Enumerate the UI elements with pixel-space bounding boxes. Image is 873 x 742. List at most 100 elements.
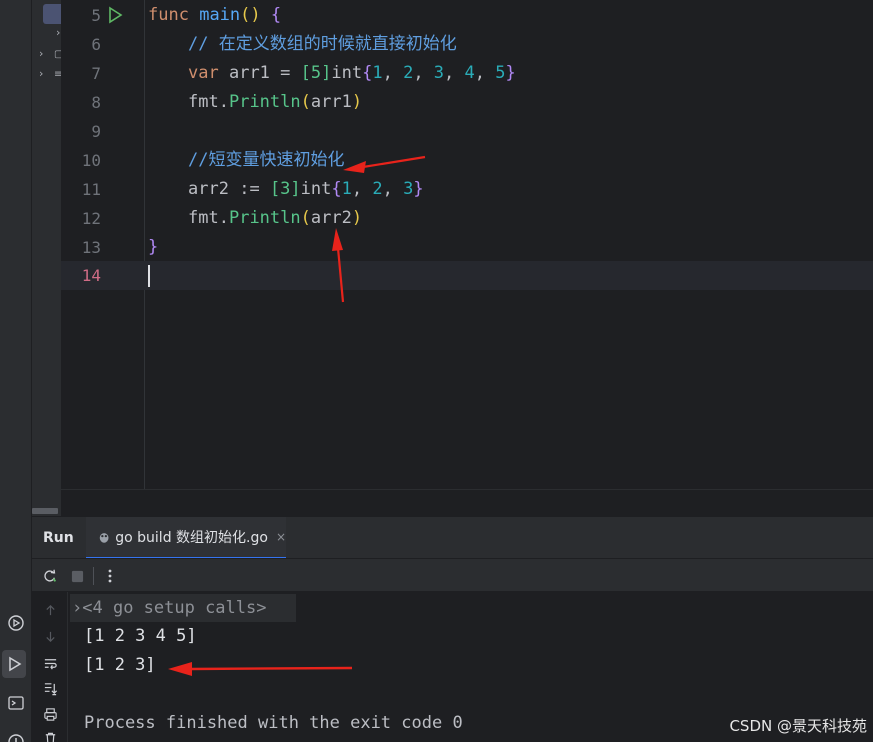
punct: () — [240, 5, 261, 25]
expand-chevron-icon[interactable]: › — [72, 598, 82, 618]
code-line[interactable]: 13 } — [61, 233, 873, 262]
services-icon[interactable] — [0, 609, 32, 637]
console-side-toolbar — [32, 592, 68, 742]
line-number: 14 — [81, 266, 101, 285]
line-number: 6 — [91, 35, 101, 54]
code-line[interactable]: 5 func main() { — [61, 1, 873, 30]
library-icon: ≡ — [54, 69, 61, 80]
number: 5 — [495, 63, 506, 83]
identifier: arr2 — [310, 208, 352, 228]
identifier: arr2 — [188, 179, 229, 199]
code-text: var arr1 = [5]int{1, 2, 3, 4, 5} — [188, 59, 516, 88]
code-line[interactable]: 12 fmt.Println(arr2) — [61, 204, 873, 233]
code-line[interactable]: 11 arr2 := [3]int{1, 2, 3} — [61, 175, 873, 204]
code-line[interactable]: 10 //短变量快速初始化 — [61, 146, 873, 175]
collapsed-setup-calls[interactable]: ›<4 go setup calls> — [70, 594, 296, 622]
problems-icon[interactable] — [0, 728, 32, 742]
code-line[interactable]: 6 // 在定义数组的时候就直接初始化 — [61, 30, 873, 59]
line-number: 12 — [81, 209, 101, 228]
punct: , — [413, 63, 434, 83]
closing-brace: } — [148, 237, 159, 257]
array-size: [3] — [269, 179, 301, 199]
number: 4 — [464, 63, 475, 83]
code-text: fmt.Println(arr2) — [188, 204, 362, 233]
number: 3 — [403, 179, 414, 199]
console-output-line: [1 2 3 4 5] — [84, 626, 197, 646]
punct: { — [362, 63, 373, 83]
punct: } — [505, 63, 516, 83]
number: 1 — [372, 63, 383, 83]
punct: , — [382, 179, 404, 199]
identifier: arr1 — [228, 63, 270, 83]
code-text: fmt.Println(arr1) — [188, 88, 362, 117]
punct: } — [413, 179, 424, 199]
punct: ( — [300, 208, 311, 228]
code-line[interactable]: 9 — [61, 117, 873, 146]
comment: //短变量快速初始化 — [188, 150, 345, 170]
punct: ) — [351, 92, 363, 112]
number: 1 — [341, 179, 352, 199]
tree-selected-item[interactable] — [43, 4, 61, 24]
trash-icon[interactable] — [40, 728, 60, 742]
code-editor[interactable]: 5 func main() { 6 // 在定义数组的时候就直接初始化 7 va… — [61, 0, 873, 516]
arrow-up-icon[interactable] — [40, 600, 60, 620]
line-number: 7 — [91, 64, 101, 83]
project-tree[interactable]: › › ▢ › ≡ — [32, 0, 61, 516]
code-text: func main() { — [148, 1, 281, 30]
type: int — [300, 179, 332, 199]
punct: { — [331, 179, 342, 199]
line-number: 8 — [91, 93, 101, 112]
punct: ) — [351, 208, 363, 228]
punct: , — [444, 63, 465, 83]
stop-button[interactable] — [67, 566, 87, 586]
number: 2 — [372, 179, 383, 199]
line-number: 11 — [81, 180, 101, 199]
punct: := — [239, 179, 260, 199]
print-icon[interactable] — [40, 704, 60, 724]
run-tab-label: go build 数组初始化.go — [115, 530, 268, 546]
comment: // 在定义数组的时候就直接初始化 — [188, 34, 457, 54]
keyword: var — [188, 63, 219, 83]
punct: = — [269, 63, 301, 83]
csdn-watermark: CSDN @景天科技苑 — [729, 717, 867, 735]
code-line[interactable]: 8 fmt.Println(arr1) — [61, 88, 873, 117]
keyword: func — [148, 5, 189, 25]
identifier: arr1 — [310, 92, 352, 112]
type: int — [331, 63, 363, 83]
more-vertical-icon — [108, 569, 112, 583]
function-call: Println — [228, 92, 301, 112]
soft-wrap-icon[interactable] — [40, 653, 60, 673]
run-tool-icon[interactable] — [2, 650, 26, 678]
arrow-down-icon[interactable] — [40, 626, 60, 646]
exit-message: Process finished with the exit code 0 — [84, 713, 463, 733]
run-config-tab[interactable]: go build 数组初始化.go × — [86, 517, 286, 559]
punct: { — [270, 5, 282, 25]
punct: , — [351, 179, 373, 199]
line-number: 9 — [91, 122, 101, 141]
scroll-to-end-icon[interactable] — [40, 678, 60, 698]
punct: ( — [300, 92, 311, 112]
punct: . — [218, 208, 229, 228]
setup-calls-text: <4 go setup calls> — [82, 598, 267, 618]
tree-chevron-right-icon[interactable]: › — [39, 68, 49, 80]
terminal-icon[interactable] — [0, 689, 32, 717]
editor-horizontal-scroll-area[interactable] — [61, 489, 873, 516]
function-call: Println — [228, 208, 301, 228]
more-options-button[interactable] — [100, 566, 120, 586]
tree-scrollbar[interactable] — [32, 508, 58, 514]
package-name: fmt — [188, 208, 219, 228]
code-line[interactable]: 7 var arr1 = [5]int{1, 2, 3, 4, 5} — [61, 59, 873, 88]
close-tab-icon[interactable]: × — [276, 530, 286, 544]
line-number: 10 — [81, 151, 101, 170]
rerun-button[interactable] — [40, 566, 60, 586]
run-title: Run — [43, 530, 74, 546]
line-number: 5 — [91, 6, 101, 25]
rerun-icon — [44, 569, 57, 582]
go-file-icon — [99, 533, 109, 543]
code-line-current[interactable]: 14 — [61, 261, 873, 290]
array-size: [5] — [300, 63, 332, 83]
tree-chevron-right-icon[interactable]: › — [39, 48, 49, 60]
number: 2 — [403, 63, 414, 83]
package-name: fmt — [188, 92, 219, 112]
function-name: main — [199, 5, 241, 25]
